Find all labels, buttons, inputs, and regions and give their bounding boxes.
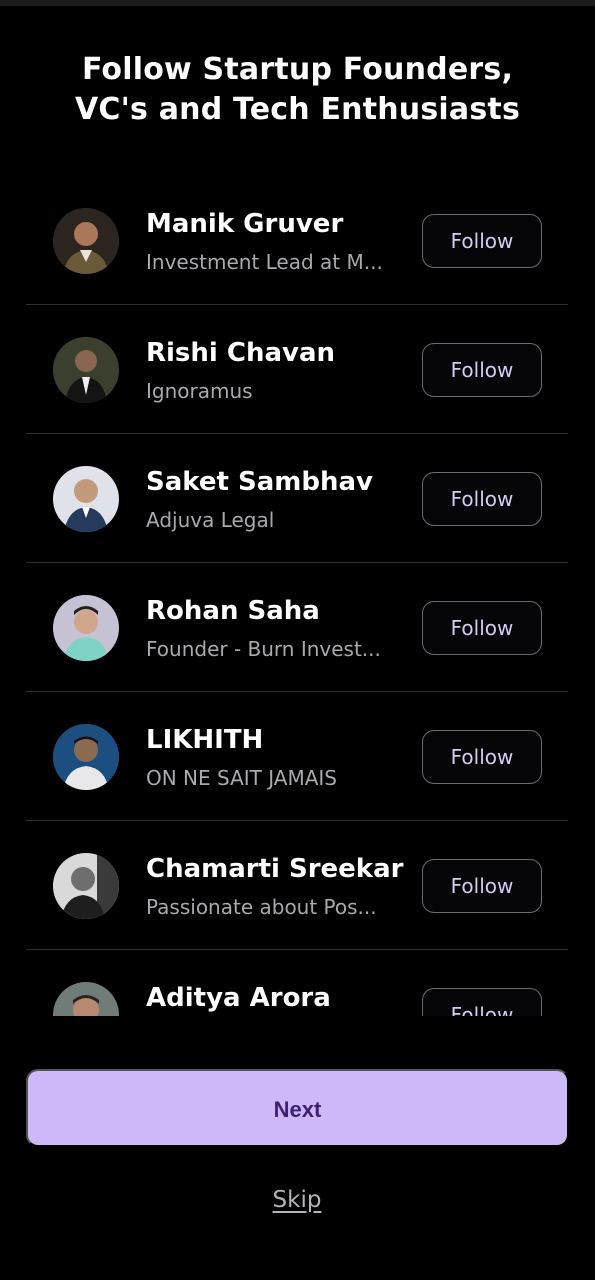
avatar-image <box>53 724 119 790</box>
person-row: Manik Gruver Investment Lead at M... Fol… <box>26 176 568 305</box>
person-subtitle: Passionate about Pos... <box>146 895 377 919</box>
person-name[interactable]: Aditya Arora <box>146 981 416 1015</box>
avatar[interactable] <box>53 337 119 403</box>
follow-button[interactable]: Follow <box>422 472 542 526</box>
follow-button[interactable]: Follow <box>422 601 542 655</box>
avatar-image <box>53 466 119 532</box>
person-subtitle: Adjuva Legal <box>146 508 275 532</box>
follow-button[interactable]: Follow <box>422 859 542 913</box>
person-subtitle: Investment Lead at M... <box>146 250 383 274</box>
person-name[interactable]: Rohan Saha <box>146 594 416 628</box>
person-subtitle: Founder - Burn Invest... <box>146 637 381 661</box>
follow-button[interactable]: Follow <box>422 343 542 397</box>
follow-button[interactable]: Follow <box>422 214 542 268</box>
person-name[interactable]: LIKHITH <box>146 723 416 757</box>
person-row: Saket Sambhav Adjuva Legal Follow <box>26 434 568 563</box>
page-title: Follow Startup Founders, VC's and Tech E… <box>40 50 555 130</box>
person-row: Aditya Arora Follow <box>26 950 568 1016</box>
person-row: LIKHITH ON NE SAIT JAMAIS Follow <box>26 692 568 821</box>
person-row: Rohan Saha Founder - Burn Invest... Foll… <box>26 563 568 692</box>
avatar[interactable] <box>53 853 119 919</box>
person-name[interactable]: Chamarti Sreekar <box>146 852 416 886</box>
person-subtitle: ON NE SAIT JAMAIS <box>146 766 337 790</box>
avatar[interactable] <box>53 595 119 661</box>
follow-button[interactable]: Follow <box>422 988 542 1016</box>
avatar-image <box>53 337 119 403</box>
status-bar <box>0 0 595 6</box>
person-row: Chamarti Sreekar Passionate about Pos...… <box>26 821 568 950</box>
next-button[interactable]: Next <box>26 1069 569 1147</box>
person-subtitle: Ignoramus <box>146 379 253 403</box>
people-list[interactable]: Manik Gruver Investment Lead at M... Fol… <box>26 176 568 1016</box>
skip-link[interactable]: Skip <box>247 1183 347 1217</box>
page-title-line-2: VC's and Tech Enthusiasts <box>75 92 520 127</box>
person-name[interactable]: Saket Sambhav <box>146 465 416 499</box>
avatar-image <box>53 853 119 919</box>
follow-suggestions-screen: Follow Startup Founders, VC's and Tech E… <box>0 0 595 1280</box>
avatar[interactable] <box>53 466 119 532</box>
page-title-line-1: Follow Startup Founders, <box>81 52 514 87</box>
avatar[interactable] <box>53 724 119 790</box>
avatar[interactable] <box>53 208 119 274</box>
avatar-image <box>53 208 119 274</box>
avatar-image <box>53 595 119 661</box>
avatar-image <box>53 982 119 1016</box>
follow-button[interactable]: Follow <box>422 730 542 784</box>
person-row: Rishi Chavan Ignoramus Follow <box>26 305 568 434</box>
avatar[interactable] <box>53 982 119 1016</box>
person-name[interactable]: Manik Gruver <box>146 207 416 241</box>
person-name[interactable]: Rishi Chavan <box>146 336 416 370</box>
